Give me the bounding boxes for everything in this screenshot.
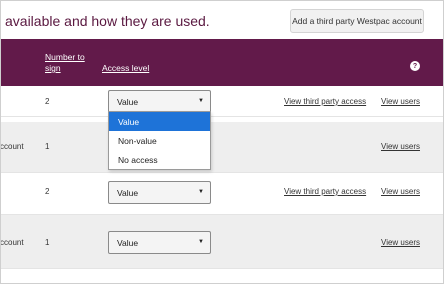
- view-users-link[interactable]: View users: [381, 187, 420, 196]
- help-icon[interactable]: ?: [410, 61, 420, 71]
- intro-text: available and how they are used.: [5, 13, 210, 29]
- dropdown-option-value[interactable]: Value: [109, 112, 210, 131]
- number-to-sign-value: 2: [45, 187, 50, 196]
- view-users-link[interactable]: View users: [381, 238, 420, 247]
- table-row: ccount 1 Value ▼ View users: [0, 215, 443, 269]
- access-level-select[interactable]: Value ▼: [108, 181, 211, 204]
- accounts-panel: available and how they are used. Add a t…: [0, 0, 444, 284]
- account-name: ccount: [0, 142, 24, 151]
- view-third-party-access-link[interactable]: View third party access: [284, 97, 366, 106]
- view-third-party-access-link[interactable]: View third party access: [284, 187, 366, 196]
- table-row: ccount 1 View users: [0, 122, 443, 173]
- table-row: [1, 269, 443, 283]
- access-level-value: Value: [117, 96, 139, 107]
- access-level-dropdown: Value Non-value No access: [108, 111, 211, 170]
- access-level-select[interactable]: Value ▼: [108, 231, 211, 254]
- access-level-value: Value: [117, 237, 139, 248]
- add-third-party-account-button[interactable]: Add a third party Westpac account: [290, 9, 424, 33]
- table-row: 2 Value ▼ View third party access View u…: [1, 173, 443, 215]
- number-to-sign-value: 2: [45, 97, 50, 106]
- chevron-down-icon: ▼: [198, 98, 204, 104]
- table-header: Number to sign Access level ?: [1, 39, 443, 86]
- account-name: ccount: [0, 238, 24, 247]
- access-level-header[interactable]: Access level: [102, 63, 149, 73]
- number-to-sign-value: 1: [45, 238, 50, 247]
- access-level-value: Value: [117, 187, 139, 198]
- dropdown-option-no-access[interactable]: No access: [109, 150, 210, 169]
- table-row: 2 Value ▼ View third party access View u…: [1, 86, 443, 117]
- number-to-sign-header[interactable]: Number to sign: [45, 52, 85, 74]
- view-users-link[interactable]: View users: [381, 97, 420, 106]
- number-to-sign-value: 1: [45, 142, 50, 151]
- access-level-select[interactable]: Value ▼: [108, 90, 211, 113]
- chevron-down-icon: ▼: [198, 189, 204, 195]
- dropdown-option-non-value[interactable]: Non-value: [109, 131, 210, 150]
- view-users-link[interactable]: View users: [381, 142, 420, 151]
- chevron-down-icon: ▼: [198, 239, 204, 245]
